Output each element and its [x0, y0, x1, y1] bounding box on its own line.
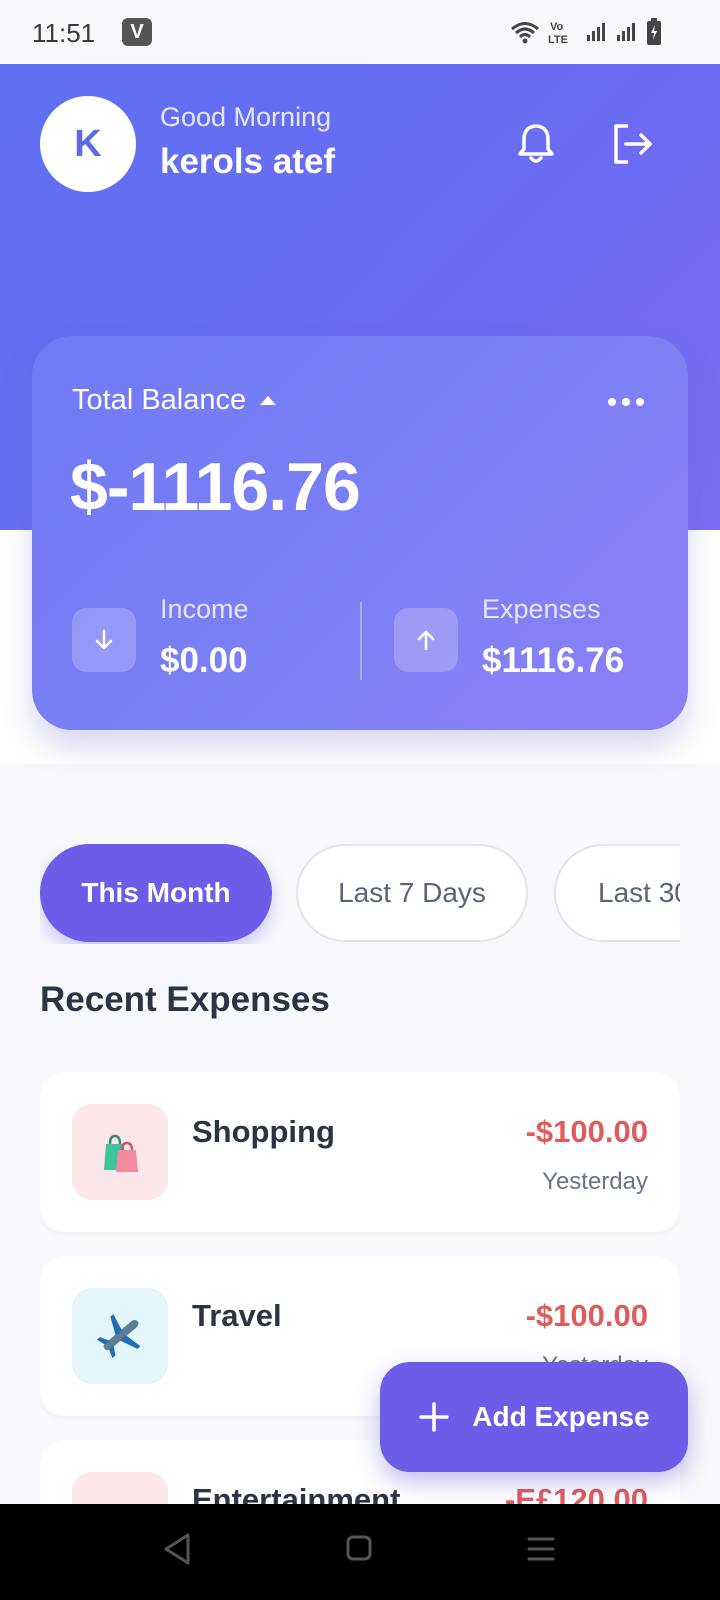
- expense-amount: -$100.00: [525, 1298, 648, 1333]
- more-options-icon[interactable]: [608, 398, 644, 406]
- wifi-icon: [511, 22, 539, 44]
- filter-this-month[interactable]: This Month: [40, 844, 272, 942]
- svg-text:Vo: Vo: [550, 21, 564, 33]
- svg-text:LTE: LTE: [548, 34, 568, 45]
- filter-last-7-days[interactable]: Last 7 Days: [296, 844, 528, 942]
- caret-up-icon: [260, 396, 277, 405]
- back-triangle-icon: [164, 1533, 190, 1565]
- app-notification-icon: V: [122, 18, 152, 46]
- logout-button[interactable]: [610, 122, 654, 171]
- volte-icon: Vo LTE: [548, 21, 568, 45]
- signal-icon: [617, 23, 635, 41]
- bell-icon: [518, 124, 554, 163]
- shopping-bags-icon: [72, 1104, 168, 1200]
- income-value: $0.00: [160, 641, 248, 680]
- avatar[interactable]: K: [40, 96, 136, 192]
- battery-charging-icon: [647, 18, 661, 45]
- expense-amount: -$100.00: [525, 1114, 648, 1149]
- status-icons: Vo LTE: [510, 18, 662, 46]
- section-title: Recent Expenses: [40, 980, 330, 1019]
- expense-amount: -E£120.00: [504, 1482, 648, 1506]
- arrow-up-icon: [417, 630, 435, 651]
- income-badge: [72, 608, 136, 672]
- signal-icon: [587, 23, 605, 41]
- nav-home-button[interactable]: [344, 1532, 374, 1571]
- expenses-label: Expenses: [482, 594, 601, 624]
- entertainment-icon: [72, 1472, 168, 1506]
- home-square-icon: [346, 1535, 372, 1561]
- arrow-down-icon: [95, 629, 113, 650]
- add-expense-label: Add Expense: [472, 1401, 650, 1432]
- status-bar: 11:51 V Vo LTE: [0, 0, 720, 64]
- plus-icon: [419, 1402, 450, 1432]
- expense-name: Entertainment: [192, 1482, 401, 1506]
- expenses-value: $1116.76: [482, 641, 625, 680]
- system-nav-bar: [0, 1504, 720, 1600]
- period-filter-row[interactable]: This Month Last 7 Days Last 30: [40, 844, 680, 944]
- nav-recents-button[interactable]: [526, 1532, 556, 1571]
- airplane-icon: [72, 1288, 168, 1384]
- add-expense-button[interactable]: Add Expense: [380, 1362, 688, 1472]
- list-item[interactable]: Shopping -$100.00 Yesterday: [40, 1072, 680, 1232]
- balance-card[interactable]: Total Balance $-1116.76 Income $0.00 Exp…: [32, 336, 688, 730]
- expenses-badge: [394, 608, 458, 672]
- total-balance-label[interactable]: Total Balance: [72, 384, 277, 417]
- expense-date: Yesterday: [542, 1168, 648, 1195]
- greeting-text: Good Morning: [160, 102, 332, 132]
- logout-icon: [614, 124, 652, 164]
- expense-name: Travel: [192, 1298, 282, 1333]
- status-time: 11:51: [32, 18, 96, 48]
- expense-name: Shopping: [192, 1114, 335, 1149]
- app-screen: 11:51 V Vo LTE K Good Morning kerols ate…: [0, 0, 720, 1600]
- card-divider: [360, 602, 362, 680]
- notifications-button[interactable]: [516, 122, 556, 171]
- total-balance-text: Total Balance: [72, 384, 247, 416]
- total-balance-amount: $-1116.76: [70, 449, 361, 525]
- menu-lines-icon: [527, 1537, 555, 1561]
- filter-last-30-days[interactable]: Last 30: [554, 844, 680, 942]
- income-label: Income: [160, 594, 249, 624]
- nav-back-button[interactable]: [162, 1532, 192, 1571]
- username: kerols atef: [160, 142, 336, 181]
